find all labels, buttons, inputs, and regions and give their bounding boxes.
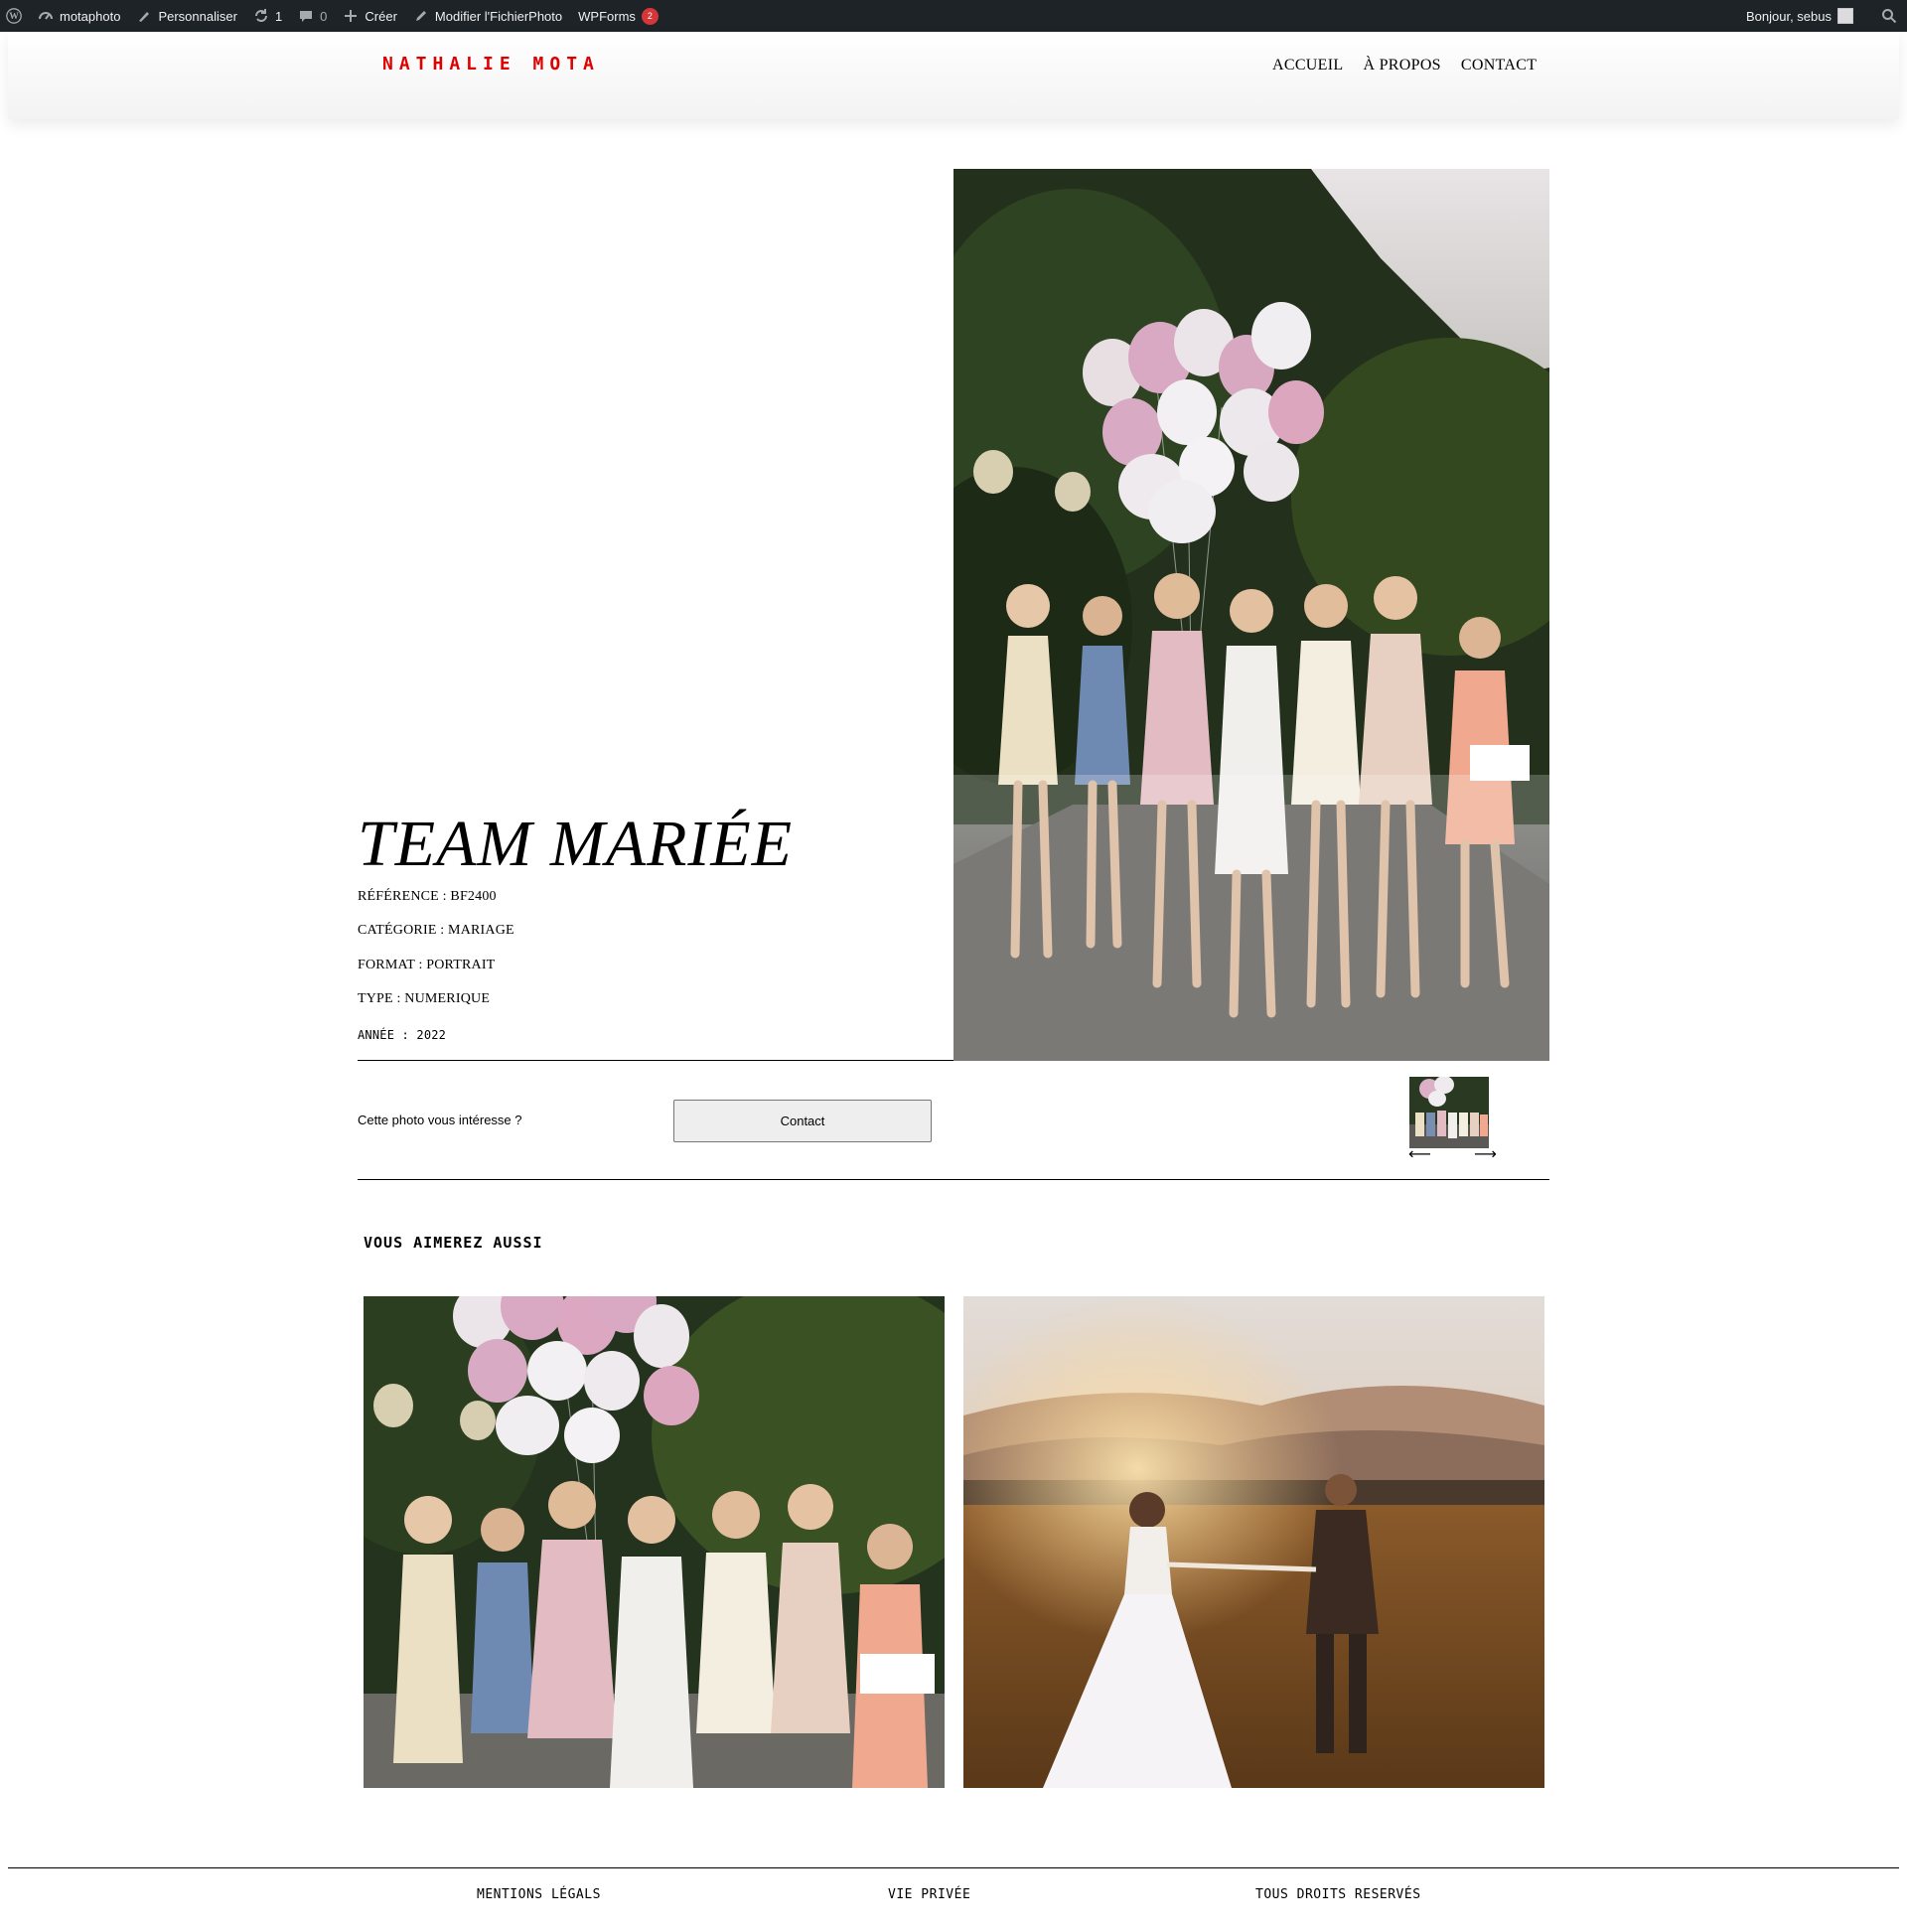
- admin-bar: W motaphoto Personnaliser 1 0 Créer Modi…: [0, 0, 1907, 32]
- site-logo[interactable]: NATHALIE MOTA: [382, 54, 600, 74]
- wordpress-logo-button[interactable]: W: [0, 0, 30, 32]
- comments-link[interactable]: 0: [290, 0, 335, 32]
- greeting-label: Bonjour, sebus: [1745, 8, 1832, 24]
- contact-button[interactable]: Contact: [673, 1100, 932, 1142]
- wordpress-icon: W: [6, 8, 22, 24]
- customize-label: Personnaliser: [158, 8, 237, 24]
- edit-post-label: Modifier l'FichierPhoto: [434, 8, 563, 24]
- site-header: NATHALIE MOTA ACCUEIL À PROPOS CONTACT: [8, 32, 1899, 119]
- photo-interest-text: Cette photo vous intéresse ?: [358, 1113, 522, 1127]
- photo-title: TEAM MARIÉE: [358, 808, 794, 880]
- avatar: [1837, 8, 1853, 24]
- dashboard-icon: [38, 8, 54, 24]
- nav-a-propos[interactable]: À PROPOS: [1363, 57, 1440, 74]
- nav-accueil[interactable]: ACCUEIL: [1272, 57, 1343, 74]
- next-photo-arrow[interactable]: ⟶: [1474, 1144, 1497, 1163]
- photo-category: CATÉGORIE : MARIAGE: [358, 923, 514, 938]
- previous-photo-arrow[interactable]: ⟵: [1408, 1144, 1431, 1163]
- customize-link[interactable]: Personnaliser: [128, 0, 245, 32]
- comments-count: 0: [320, 8, 328, 24]
- footer-vie-privee[interactable]: VIE PRIVÉE: [888, 1887, 970, 1902]
- svg-text:W: W: [9, 11, 19, 22]
- photo-type: TYPE : NUMERIQUE: [358, 991, 491, 1006]
- footer-divider: [8, 1867, 1899, 1868]
- comment-icon: [298, 8, 314, 24]
- edit-post-link[interactable]: Modifier l'FichierPhoto: [405, 0, 570, 32]
- info-divider: [358, 1060, 954, 1061]
- photo-format: FORMAT : PORTRAIT: [358, 958, 496, 972]
- pencil-icon: [413, 8, 429, 24]
- footer-mentions-legales[interactable]: MENTIONS LÉGALS: [477, 1887, 601, 1902]
- nav-contact[interactable]: CONTACT: [1461, 57, 1537, 74]
- wpforms-link[interactable]: WPForms 2: [570, 0, 666, 32]
- main-nav: ACCUEIL À PROPOS CONTACT: [1272, 57, 1537, 74]
- footer-droits-reserves[interactable]: TOUS DROITS RESERVÉS: [1255, 1887, 1421, 1902]
- create-label: Créer: [365, 8, 397, 24]
- updates-link[interactable]: 1: [245, 0, 290, 32]
- main-photo: [954, 169, 1549, 1061]
- photo-reference: RÉFÉRENCE : BF2400: [358, 889, 497, 904]
- related-photo-card[interactable]: [364, 1296, 945, 1788]
- brush-icon: [136, 8, 152, 24]
- site-name-label: motaphoto: [60, 8, 121, 24]
- next-photo-thumbnail[interactable]: [1409, 1077, 1489, 1148]
- cta-divider: [358, 1179, 1549, 1180]
- updates-count: 1: [274, 8, 283, 24]
- create-link[interactable]: Créer: [335, 0, 405, 32]
- account-menu[interactable]: Bonjour, sebus: [1738, 0, 1861, 32]
- updates-icon: [253, 8, 269, 24]
- site-name-link[interactable]: motaphoto: [30, 0, 128, 32]
- wpforms-label: WPForms: [578, 8, 636, 24]
- related-heading: VOUS AIMEREZ AUSSI: [364, 1234, 543, 1252]
- wpforms-notification-badge: 2: [641, 7, 659, 25]
- photo-year: ANNÉE : 2022: [358, 1028, 447, 1042]
- related-photo-card[interactable]: [963, 1296, 1544, 1788]
- plus-icon: [343, 8, 359, 24]
- search-icon: [1881, 8, 1897, 24]
- admin-search-button[interactable]: [1873, 0, 1907, 32]
